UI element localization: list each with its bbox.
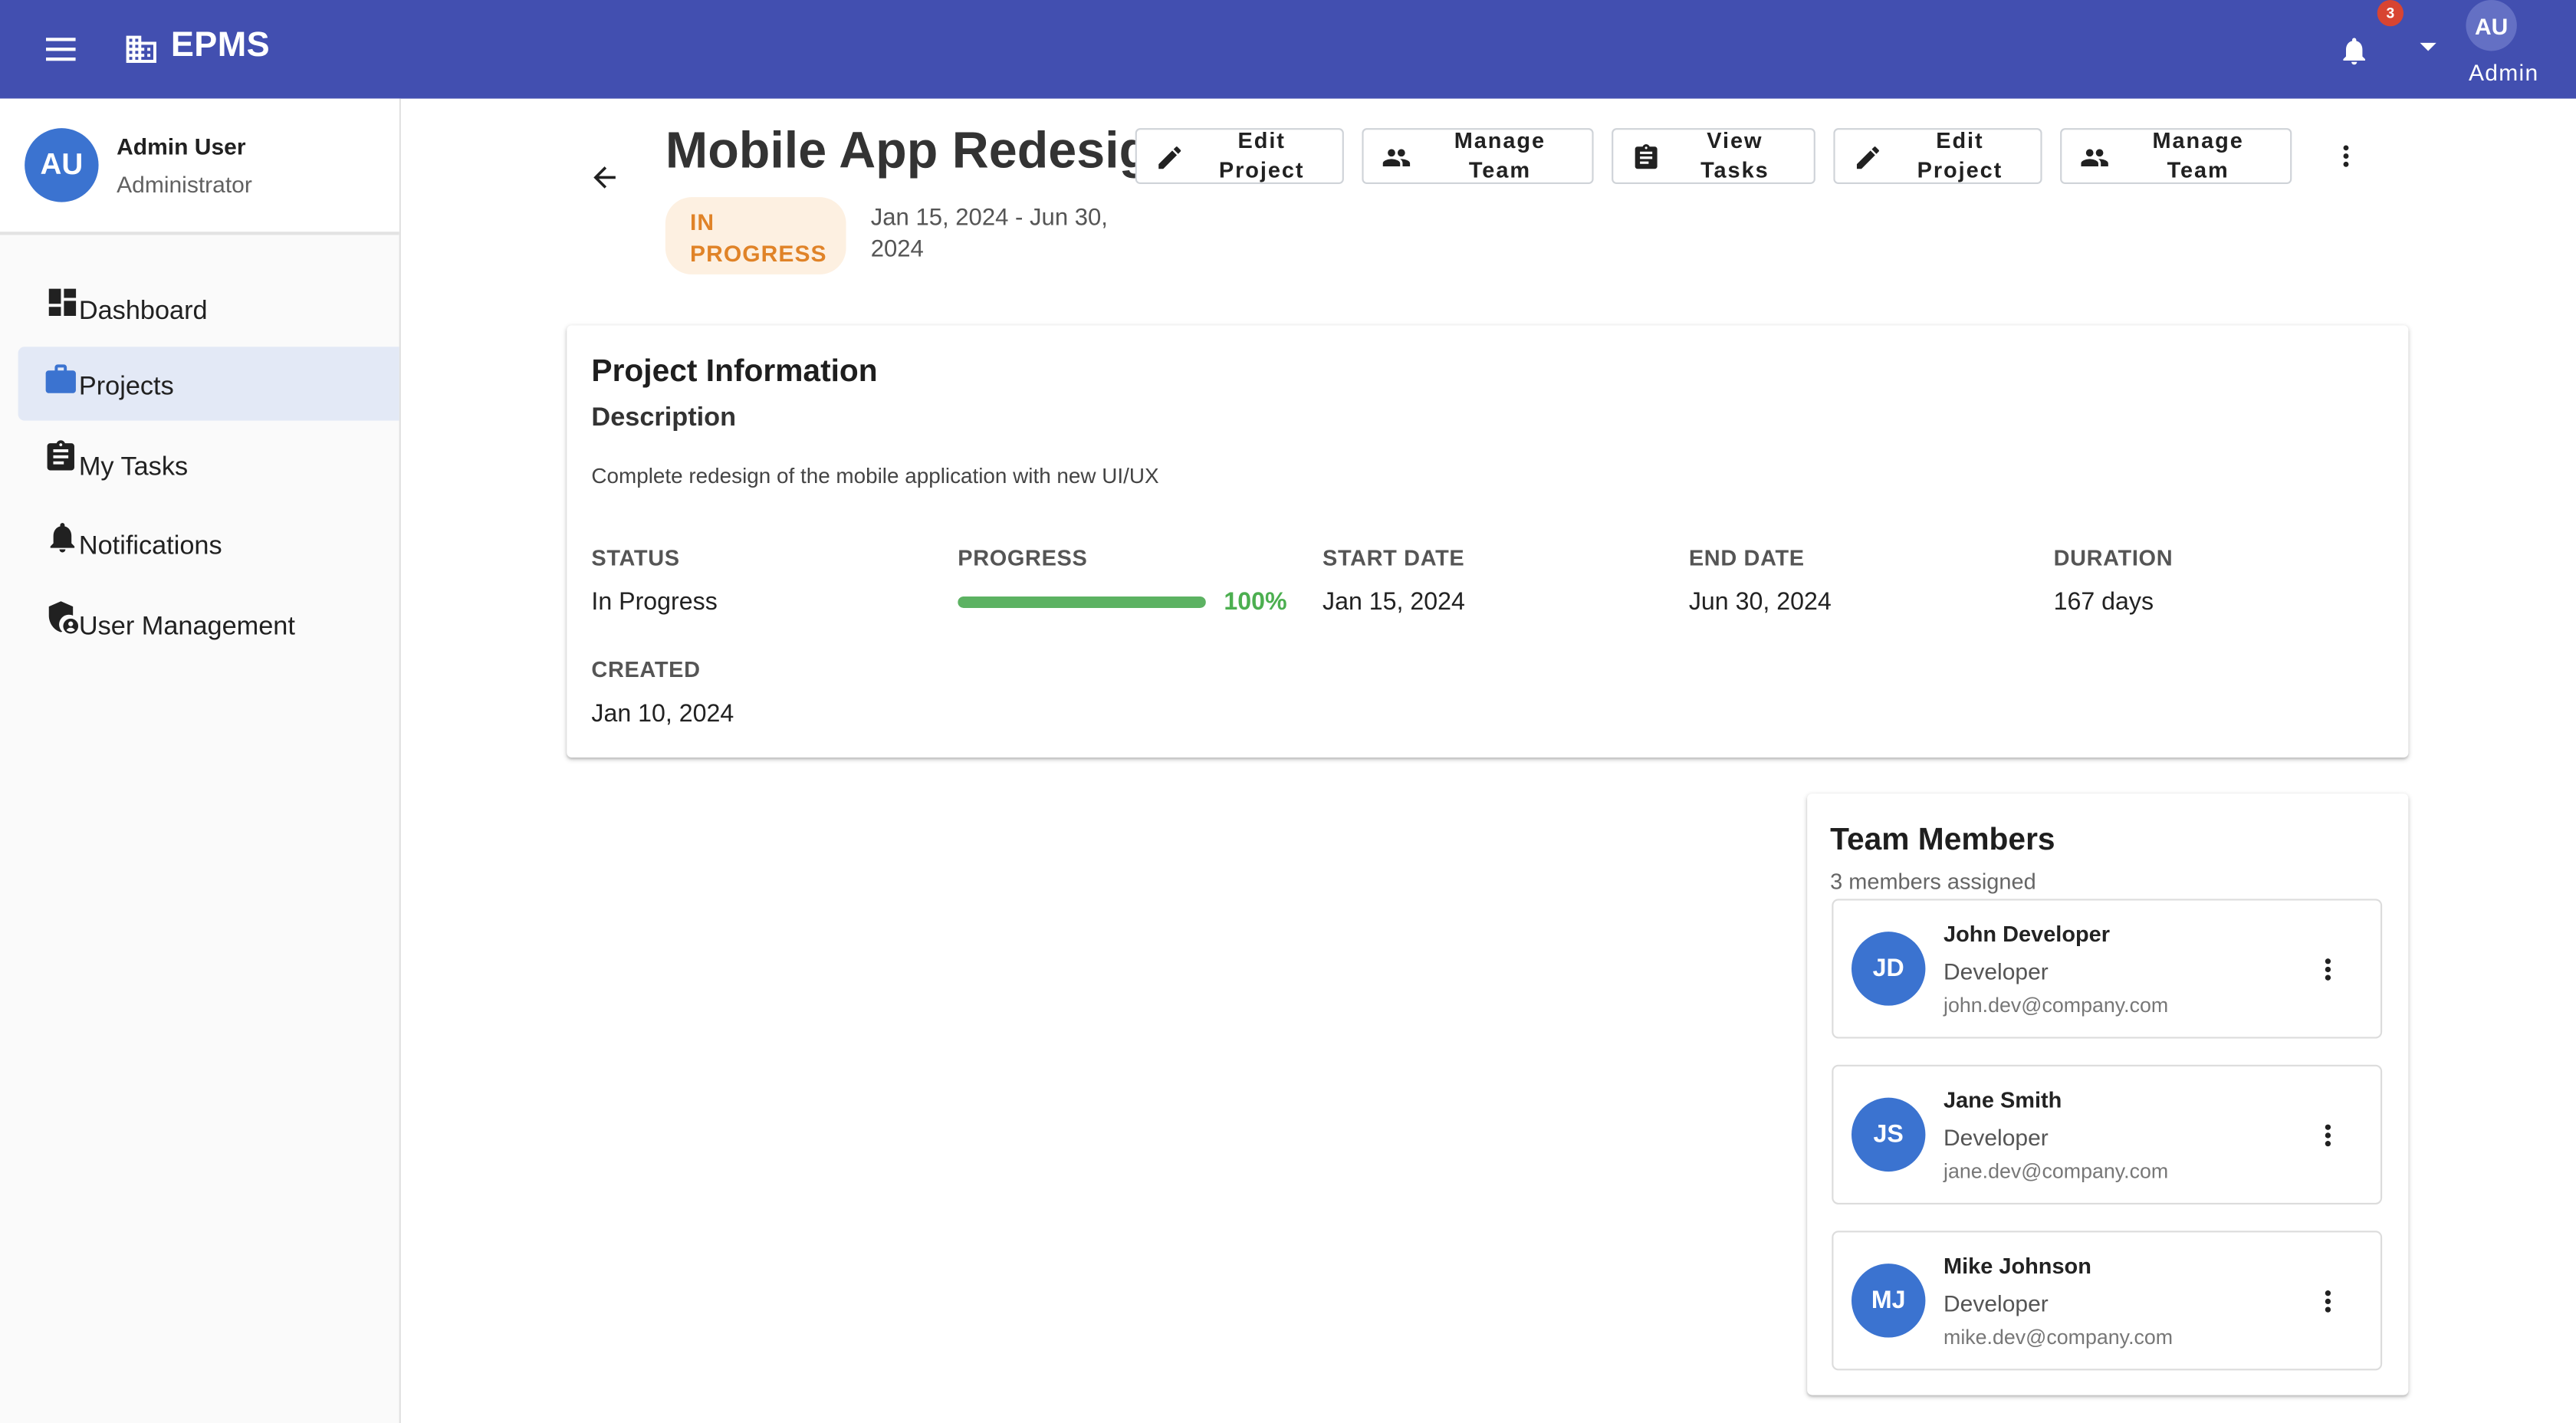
end-date-value: Jun 30, 2024	[1688, 588, 1832, 616]
status-badge: IN PROGRESS	[665, 197, 846, 274]
page-title: Mobile App Redesign	[665, 121, 1181, 179]
pencil-icon	[1158, 146, 1181, 169]
view-tasks-button[interactable]: View Tasks	[1612, 128, 1815, 185]
created-label: CREATED	[591, 657, 701, 682]
hamburger-menu-icon	[46, 38, 76, 61]
start-date-value: Jan 15, 2024	[1322, 588, 1465, 616]
list-item: JD John Developer Developer john.dev@com…	[1832, 899, 2383, 1039]
sidebar: AU Admin User Administrator Dashboard Pr…	[0, 98, 401, 1423]
avatar: AU	[25, 128, 99, 202]
member-role: Developer	[1944, 1290, 2049, 1316]
sidebar-item-label: Dashboard	[78, 297, 208, 326]
user-label: Admin	[2468, 59, 2539, 86]
action-label: View Tasks	[1700, 128, 1769, 182]
member-email: jane.dev@company.com	[1944, 1160, 2169, 1184]
clipboard-icon	[1635, 144, 1658, 169]
pencil-icon	[1856, 146, 1879, 169]
member-role: Developer	[1944, 958, 2049, 984]
duration-label: DURATION	[2053, 545, 2174, 570]
project-date-range: Jan 15, 2024 - Jun 30, 2024	[870, 205, 1108, 263]
manage-team-button[interactable]: Manage Team	[2060, 128, 2292, 185]
sidebar-item-label: My Tasks	[78, 453, 189, 481]
arrow-back-icon	[593, 166, 616, 189]
caret-down-icon	[2420, 42, 2436, 51]
building-icon	[126, 35, 156, 63]
progress-percent: 100%	[1224, 588, 1287, 616]
sidebar-profile: AU Admin User Administrator	[0, 98, 399, 235]
description-text: Complete redesign of the mobile applicat…	[591, 463, 1159, 488]
created-value: Jan 10, 2024	[591, 699, 734, 728]
clipboard-icon	[47, 440, 74, 471]
profile-role: Administrator	[117, 170, 252, 198]
people-icon	[2081, 149, 2108, 166]
profile-name: Admin User	[117, 133, 246, 159]
status-value: In Progress	[591, 588, 718, 616]
member-menu-button[interactable]	[2310, 951, 2346, 988]
card-title: Project Information	[591, 354, 878, 389]
member-name: Mike Johnson	[1944, 1254, 2091, 1279]
project-info-card: Project Information Description Complete…	[567, 325, 2409, 758]
sidebar-item-label: Notifications	[78, 532, 222, 560]
action-label: Manage Team	[1454, 128, 1546, 182]
shield-user-icon	[48, 601, 79, 634]
progress-label: PROGRESS	[958, 545, 1088, 570]
app-title: EPMS	[170, 26, 271, 64]
sidebar-item-user-management[interactable]: User Management	[18, 587, 399, 660]
status-label: STATUS	[591, 545, 680, 570]
sidebar-item-my-tasks[interactable]: My Tasks	[18, 427, 399, 501]
menu-button[interactable]	[36, 25, 85, 74]
list-item: JS Jane Smith Developer jane.dev@company…	[1832, 1064, 2383, 1204]
bell-icon	[2343, 38, 2365, 65]
more-vertical-icon	[2325, 958, 2331, 981]
team-members-card: Team Members 3 members assigned JD John …	[1807, 794, 2409, 1395]
action-label: Edit Project	[1218, 128, 1305, 182]
sidebar-item-projects[interactable]: Projects	[18, 347, 399, 421]
people-icon	[1382, 149, 1411, 166]
manage-team-button[interactable]: Manage Team	[1362, 128, 1594, 185]
avatar: JS	[1852, 1097, 1926, 1172]
description-heading: Description	[591, 404, 737, 432]
team-title: Team Members	[1830, 823, 2055, 858]
sidebar-item-dashboard[interactable]: Dashboard	[18, 271, 399, 345]
start-date-label: START DATE	[1322, 545, 1465, 570]
more-vertical-icon	[2325, 1290, 2331, 1313]
notifications-button[interactable]	[2330, 26, 2379, 75]
list-item: MJ Mike Johnson Developer mike.dev@compa…	[1832, 1231, 2383, 1371]
member-menu-button[interactable]	[2310, 1117, 2346, 1153]
account-menu-toggle[interactable]	[2413, 33, 2443, 63]
edit-project-button[interactable]: Edit Project	[1833, 128, 2042, 185]
app-bar: EPMS 3 AU Admin	[0, 0, 2576, 99]
more-vertical-icon	[2343, 145, 2349, 167]
edit-project-button[interactable]: Edit Project	[1135, 128, 1344, 185]
member-role: Developer	[1944, 1123, 2049, 1151]
member-email: john.dev@company.com	[1944, 994, 2169, 1017]
user-avatar[interactable]: AU	[2466, 0, 2517, 51]
more-vertical-icon	[2325, 1124, 2331, 1147]
duration-value: 167 days	[2053, 588, 2154, 616]
dashboard-icon	[48, 288, 77, 317]
sidebar-item-label: User Management	[78, 613, 295, 641]
app-root: EPMS 3 AU Admin AU Admin User Administra…	[0, 0, 2576, 1423]
sidebar-item-notifications[interactable]: Notifications	[18, 506, 399, 580]
avatar: JD	[1852, 932, 1926, 1006]
sidebar-item-label: Projects	[78, 373, 174, 401]
back-button[interactable]	[583, 156, 626, 199]
notification-count-badge: 3	[2377, 0, 2404, 27]
action-label: Edit Project	[1917, 128, 2003, 182]
more-actions-button[interactable]	[2328, 138, 2364, 174]
member-name: John Developer	[1944, 922, 2111, 947]
team-subtitle: 3 members assigned	[1830, 869, 2036, 894]
action-label: Manage Team	[2152, 128, 2244, 182]
avatar: MJ	[1852, 1264, 1926, 1338]
member-menu-button[interactable]	[2310, 1283, 2346, 1319]
progress-bar-fill	[958, 596, 1206, 608]
member-email: mike.dev@company.com	[1944, 1326, 2174, 1349]
progress-bar	[958, 596, 1206, 608]
briefcase-icon	[45, 364, 76, 393]
bell-icon	[50, 523, 75, 553]
end-date-label: END DATE	[1688, 545, 1805, 570]
member-name: Jane Smith	[1944, 1087, 2062, 1112]
